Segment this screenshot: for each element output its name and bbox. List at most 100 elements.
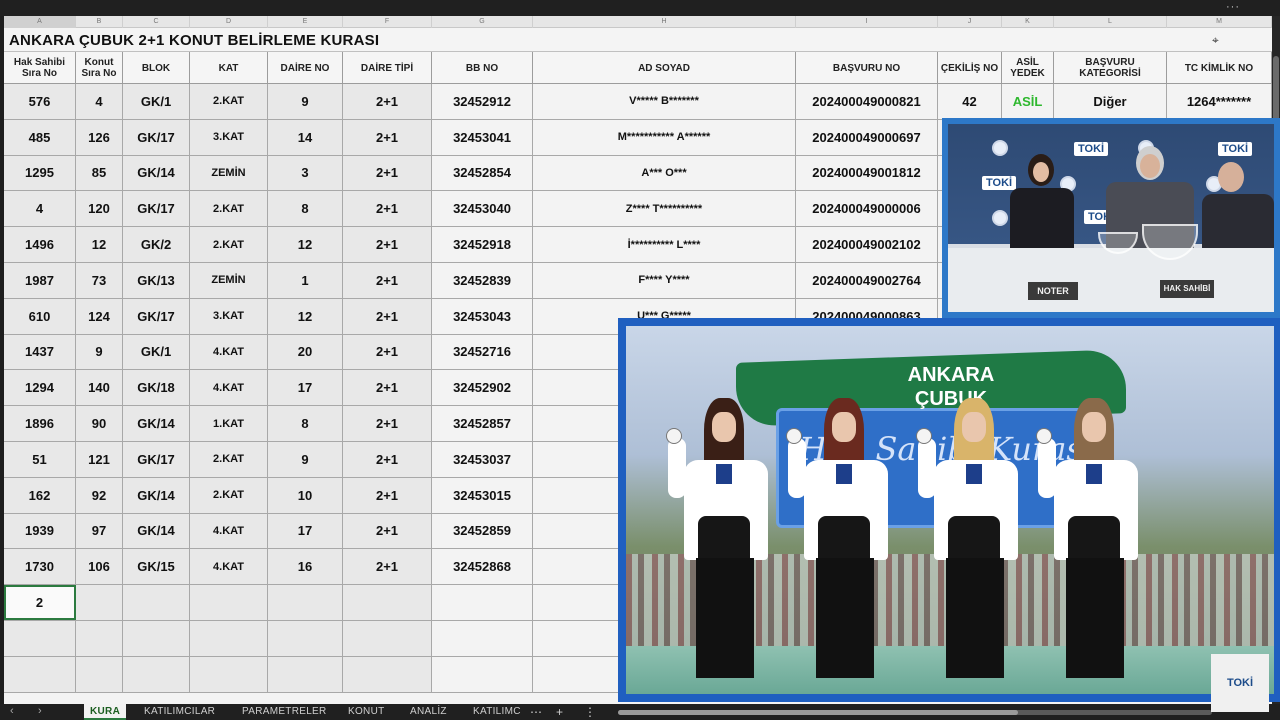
column-letter[interactable]: K	[1002, 16, 1054, 28]
cell-kat[interactable]: 2.KAT	[190, 84, 268, 119]
cell-blok[interactable]: GK/1	[123, 334, 190, 370]
cell-hak[interactable]: 1896	[4, 406, 76, 441]
cell-hak[interactable]: 2	[4, 585, 76, 620]
cell-hak[interactable]: 1294	[4, 370, 76, 406]
cell-daire[interactable]: 1	[268, 263, 343, 298]
cell-hak[interactable]: 576	[4, 84, 76, 119]
cell-kat[interactable]: 4.KAT	[190, 513, 268, 549]
cell-ad[interactable]: V***** B*******	[533, 84, 796, 119]
cell-kat[interactable]: 3.KAT	[190, 298, 268, 334]
cell-kat[interactable]: 4.KAT	[190, 334, 268, 370]
sheet-menu-icon[interactable]: ⋮	[584, 704, 596, 720]
header-ad[interactable]: AD SOYAD	[533, 52, 796, 84]
column-letter[interactable]: B	[76, 16, 123, 28]
cell-tip[interactable]: 2+1	[343, 155, 432, 191]
cell-konut[interactable]: 12	[76, 227, 123, 262]
more-options-icon[interactable]: ···	[1226, 1, 1240, 13]
tab-konut[interactable]: KONUT	[342, 704, 391, 720]
cell-konut[interactable]: 124	[76, 298, 123, 334]
cell-asil[interactable]: ASİL	[1002, 84, 1054, 119]
cell-basvuru[interactable]: 202400049000821	[796, 84, 938, 119]
cell-konut[interactable]: 97	[76, 513, 123, 549]
cell-blok[interactable]: GK/14	[123, 406, 190, 441]
cell-daire[interactable]	[268, 621, 343, 656]
cell-bb[interactable]: 32453040	[432, 191, 533, 227]
cell-konut[interactable]	[76, 621, 123, 656]
cell-tip[interactable]: 2+1	[343, 298, 432, 334]
cell-bb[interactable]: 32452912	[432, 84, 533, 119]
title-row[interactable]: ANKARA ÇUBUK 2+1 KONUT BELİRLEME KURASI …	[4, 28, 1272, 52]
cell-ad[interactable]: Z**** T**********	[533, 191, 796, 227]
cell-konut[interactable]: 9	[76, 334, 123, 370]
cell-hak[interactable]: 485	[4, 119, 76, 155]
tab-katilimcilar[interactable]: KATILIMCILAR	[138, 704, 221, 720]
cell-bb[interactable]	[432, 585, 533, 620]
cell-daire[interactable]: 8	[268, 406, 343, 441]
cell-tip[interactable]: 2+1	[343, 84, 432, 119]
cell-kat[interactable]: 4.KAT	[190, 549, 268, 585]
cell-blok[interactable]: GK/1	[123, 84, 190, 119]
cell-basvuru[interactable]: 202400049000697	[796, 119, 938, 155]
cell-kat[interactable]: 2.KAT	[190, 191, 268, 227]
header-tc[interactable]: TC KİMLİK NO	[1167, 52, 1272, 84]
column-letter[interactable]: E	[268, 16, 343, 28]
cell-daire[interactable]	[268, 656, 343, 692]
cell-bb[interactable]: 32452854	[432, 155, 533, 191]
column-letter[interactable]: A	[4, 16, 76, 28]
cell-kat[interactable]: ZEMİN	[190, 263, 268, 298]
header-daire[interactable]: DAİRE NO	[268, 52, 343, 84]
cell-tip[interactable]: 2+1	[343, 442, 432, 477]
cell-hak[interactable]: 1730	[4, 549, 76, 585]
cell-blok[interactable]: GK/17	[123, 191, 190, 227]
cell-bb[interactable]: 32453015	[432, 477, 533, 513]
cell-ad[interactable]: F**** Y****	[533, 263, 796, 298]
cell-kat[interactable]	[190, 656, 268, 692]
cell-konut[interactable]: 73	[76, 263, 123, 298]
cell-blok[interactable]	[123, 656, 190, 692]
cell-tip[interactable]	[343, 656, 432, 692]
cell-kategori[interactable]: Diğer	[1054, 84, 1167, 119]
column-letter[interactable]: D	[190, 16, 268, 28]
cell-hak[interactable]: 4	[4, 191, 76, 227]
cell-konut[interactable]: 90	[76, 406, 123, 441]
cell-daire[interactable]: 9	[268, 84, 343, 119]
cell-tip[interactable]: 2+1	[343, 513, 432, 549]
header-cekilis[interactable]: ÇEKİLİŞ NO	[938, 52, 1002, 84]
cell-kat[interactable]: 4.KAT	[190, 370, 268, 406]
cell-bb[interactable]: 32452918	[432, 227, 533, 262]
tab-kura[interactable]: KURA	[84, 704, 127, 720]
cell-hak[interactable]: 51	[4, 442, 76, 477]
header-asil[interactable]: ASİL YEDEK	[1002, 52, 1054, 84]
cell-blok[interactable]: GK/14	[123, 477, 190, 513]
cell-konut[interactable]	[76, 585, 123, 620]
cell-daire[interactable]: 3	[268, 155, 343, 191]
cell-bb[interactable]: 32452859	[432, 513, 533, 549]
cell-konut[interactable]	[76, 656, 123, 692]
cell-kat[interactable]: 2.KAT	[190, 227, 268, 262]
header-kategori[interactable]: BAŞVURU KATEGORİSİ	[1054, 52, 1167, 84]
cell-tip[interactable]: 2+1	[343, 370, 432, 406]
cell-daire[interactable]: 10	[268, 477, 343, 513]
tab-next-button[interactable]: ›	[38, 705, 42, 717]
add-sheet-button[interactable]: +	[556, 704, 563, 720]
more-sheets-icon[interactable]: ⋯	[530, 704, 542, 720]
header-konut[interactable]: Konut Sıra No	[76, 52, 123, 84]
cell-blok[interactable]: GK/17	[123, 119, 190, 155]
cell-konut[interactable]: 126	[76, 119, 123, 155]
header-tip[interactable]: DAİRE TİPİ	[343, 52, 432, 84]
cell-hak[interactable]: 1437	[4, 334, 76, 370]
cell-kat[interactable]: 2.KAT	[190, 442, 268, 477]
column-letter[interactable]: M	[1167, 16, 1272, 28]
cell-blok[interactable]: GK/17	[123, 442, 190, 477]
cell-cekilis[interactable]: 42	[938, 84, 1002, 119]
cell-daire[interactable]: 12	[268, 227, 343, 262]
tab-parametreler[interactable]: PARAMETRELER	[236, 704, 333, 720]
cell-konut[interactable]: 85	[76, 155, 123, 191]
cell-blok[interactable]: GK/13	[123, 263, 190, 298]
cell-konut[interactable]: 4	[76, 84, 123, 119]
header-basvuru[interactable]: BAŞVURU NO	[796, 52, 938, 84]
cell-hak[interactable]	[4, 621, 76, 656]
cell-hak[interactable]: 1496	[4, 227, 76, 262]
cell-kat[interactable]: 1.KAT	[190, 406, 268, 441]
horizontal-scrollbar-thumb[interactable]	[618, 710, 1018, 715]
